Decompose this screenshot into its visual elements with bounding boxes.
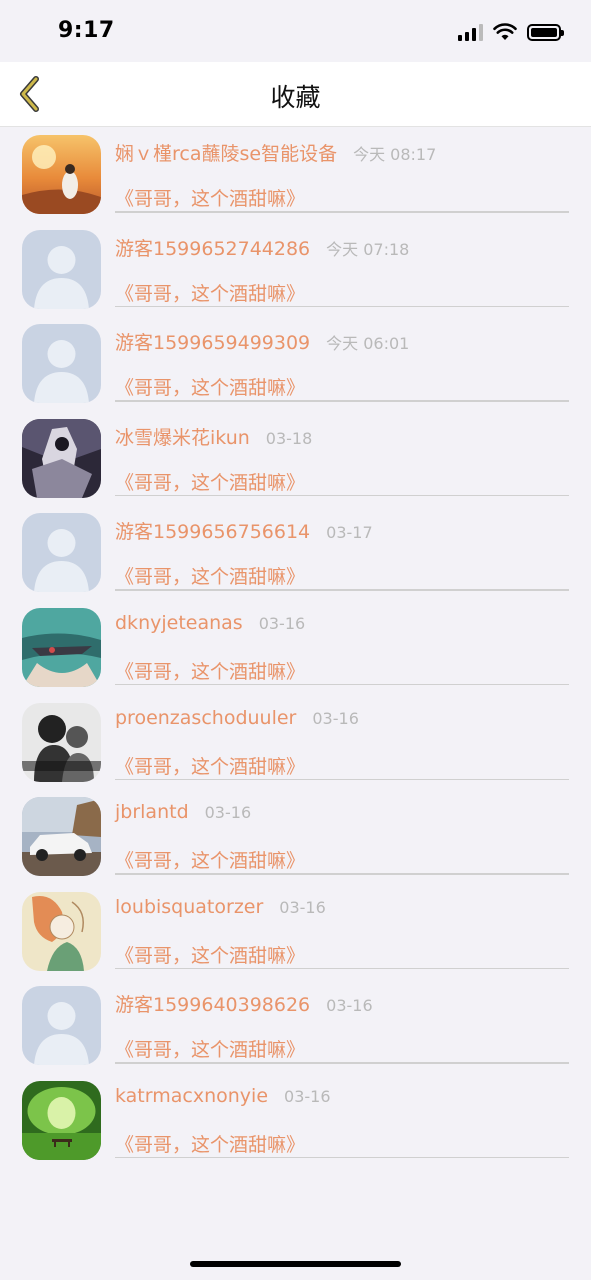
page-title: 收藏 [270,83,321,112]
avatar[interactable] [22,229,101,309]
favorite-title[interactable]: 《哥哥，这个酒甜嘛》 [115,373,305,400]
divider [115,683,569,686]
favorite-title[interactable]: 《哥哥，这个酒甜嘛》 [115,657,305,684]
avatar[interactable] [22,607,101,687]
user-name[interactable]: 冰雪爆米花ikun [115,423,250,450]
wifi-icon [493,23,517,40]
favorite-title[interactable]: 《哥哥，这个酒甜嘛》 [115,279,305,306]
avatar[interactable] [22,986,101,1066]
divider [115,211,569,213]
list-item[interactable]: 游客1599656756614 03-17 《哥哥，这个酒甜嘛》 [0,505,591,600]
favorite-title[interactable]: 《哥哥，这个酒甜嘛》 [115,941,305,968]
status-icons [458,22,564,42]
user-name[interactable]: jbrlantd [115,801,189,823]
user-name[interactable]: 娴ｖ槿rca蘸陵se智能设备 [115,139,337,166]
timestamp: 03-18 [265,428,313,448]
timestamp: 03-16 [204,803,252,823]
timestamp: 03-16 [279,897,326,917]
list-item[interactable]: 游客1599659499309 今天 06:01 《哥哥，这个酒甜嘛》 [0,316,591,411]
list-item[interactable]: 娴ｖ槿rca蘸陵se智能设备 今天 08:17 《哥哥，这个酒甜嘛》 [0,127,591,222]
avatar[interactable] [22,418,101,498]
list-item[interactable]: katrmacxnonyie 03-16 《哥哥，这个酒甜嘛》 [0,1073,591,1168]
home-indicator [190,1261,401,1267]
favorites-list: 娴ｖ槿rca蘸陵se智能设备 今天 08:17 《哥哥，这个酒甜嘛》 游客159965… [0,127,591,1168]
list-item[interactable]: jbrlantd 03-16 《哥哥，这个酒甜嘛》 [0,789,591,884]
timestamp: 03-16 [326,996,373,1016]
battery-icon [527,23,564,41]
divider [115,967,569,970]
divider [115,305,569,308]
timestamp: 03-16 [258,613,306,633]
user-name[interactable]: loubisquatorzer [115,896,263,918]
divider [115,494,569,497]
avatar[interactable] [22,891,101,971]
favorite-title[interactable]: 《哥哥，这个酒甜嘛》 [115,1130,305,1157]
divider [115,1156,569,1159]
user-name[interactable]: proenzaschoduuler [115,707,296,729]
list-item[interactable]: dknyjeteanas 03-16 《哥哥，这个酒甜嘛》 [0,600,591,695]
status-bar: 9:17 [0,0,591,62]
user-name[interactable]: katrmacxnonyie [115,1085,268,1107]
list-item[interactable]: 冰雪爆米花ikun 03-18 《哥哥，这个酒甜嘛》 [0,411,591,506]
list-item[interactable]: 游客1599652744286 今天 07:18 《哥哥，这个酒甜嘛》 [0,222,591,317]
favorite-title[interactable]: 《哥哥，这个酒甜嘛》 [115,562,305,589]
divider [115,589,569,591]
list-item[interactable]: 游客1599640398626 03-16 《哥哥，这个酒甜嘛》 [0,978,591,1073]
favorite-title[interactable]: 《哥哥，这个酒甜嘛》 [115,752,305,779]
avatar[interactable] [22,324,101,404]
cellular-signal-icon [458,23,483,41]
timestamp: 今天 08:17 [353,145,437,164]
user-name[interactable]: 游客1599640398626 [115,990,310,1017]
divider [115,1062,569,1064]
timestamp: 03-17 [326,523,373,543]
avatar[interactable] [22,135,101,214]
user-name[interactable]: 游客1599656756614 [115,517,310,544]
divider [115,400,569,402]
timestamp: 今天 07:18 [326,239,410,259]
avatar[interactable] [22,1080,101,1160]
list-item[interactable]: loubisquatorzer 03-16 《哥哥，这个酒甜嘛》 [0,884,591,979]
list-item[interactable]: proenzaschoduuler 03-16 《哥哥，这个酒甜嘛》 [0,695,591,790]
user-name[interactable]: 游客1599652744286 [115,234,310,261]
user-name[interactable]: 游客1599659499309 [115,328,310,355]
avatar[interactable] [22,797,101,877]
divider [115,778,569,781]
status-time: 9:17 [58,18,115,43]
divider [115,873,569,875]
timestamp: 03-16 [312,708,359,728]
favorite-title[interactable]: 《哥哥，这个酒甜嘛》 [115,184,305,211]
nav-bar: 收藏 [0,62,591,127]
timestamp: 今天 06:01 [326,334,410,354]
favorite-title[interactable]: 《哥哥，这个酒甜嘛》 [115,1035,305,1062]
favorite-title[interactable]: 《哥哥，这个酒甜嘛》 [115,846,305,873]
user-name[interactable]: dknyjeteanas [115,612,243,634]
favorite-title[interactable]: 《哥哥，这个酒甜嘛》 [115,468,305,495]
avatar[interactable] [22,513,101,593]
timestamp: 03-16 [284,1086,331,1106]
avatar[interactable] [22,702,101,782]
